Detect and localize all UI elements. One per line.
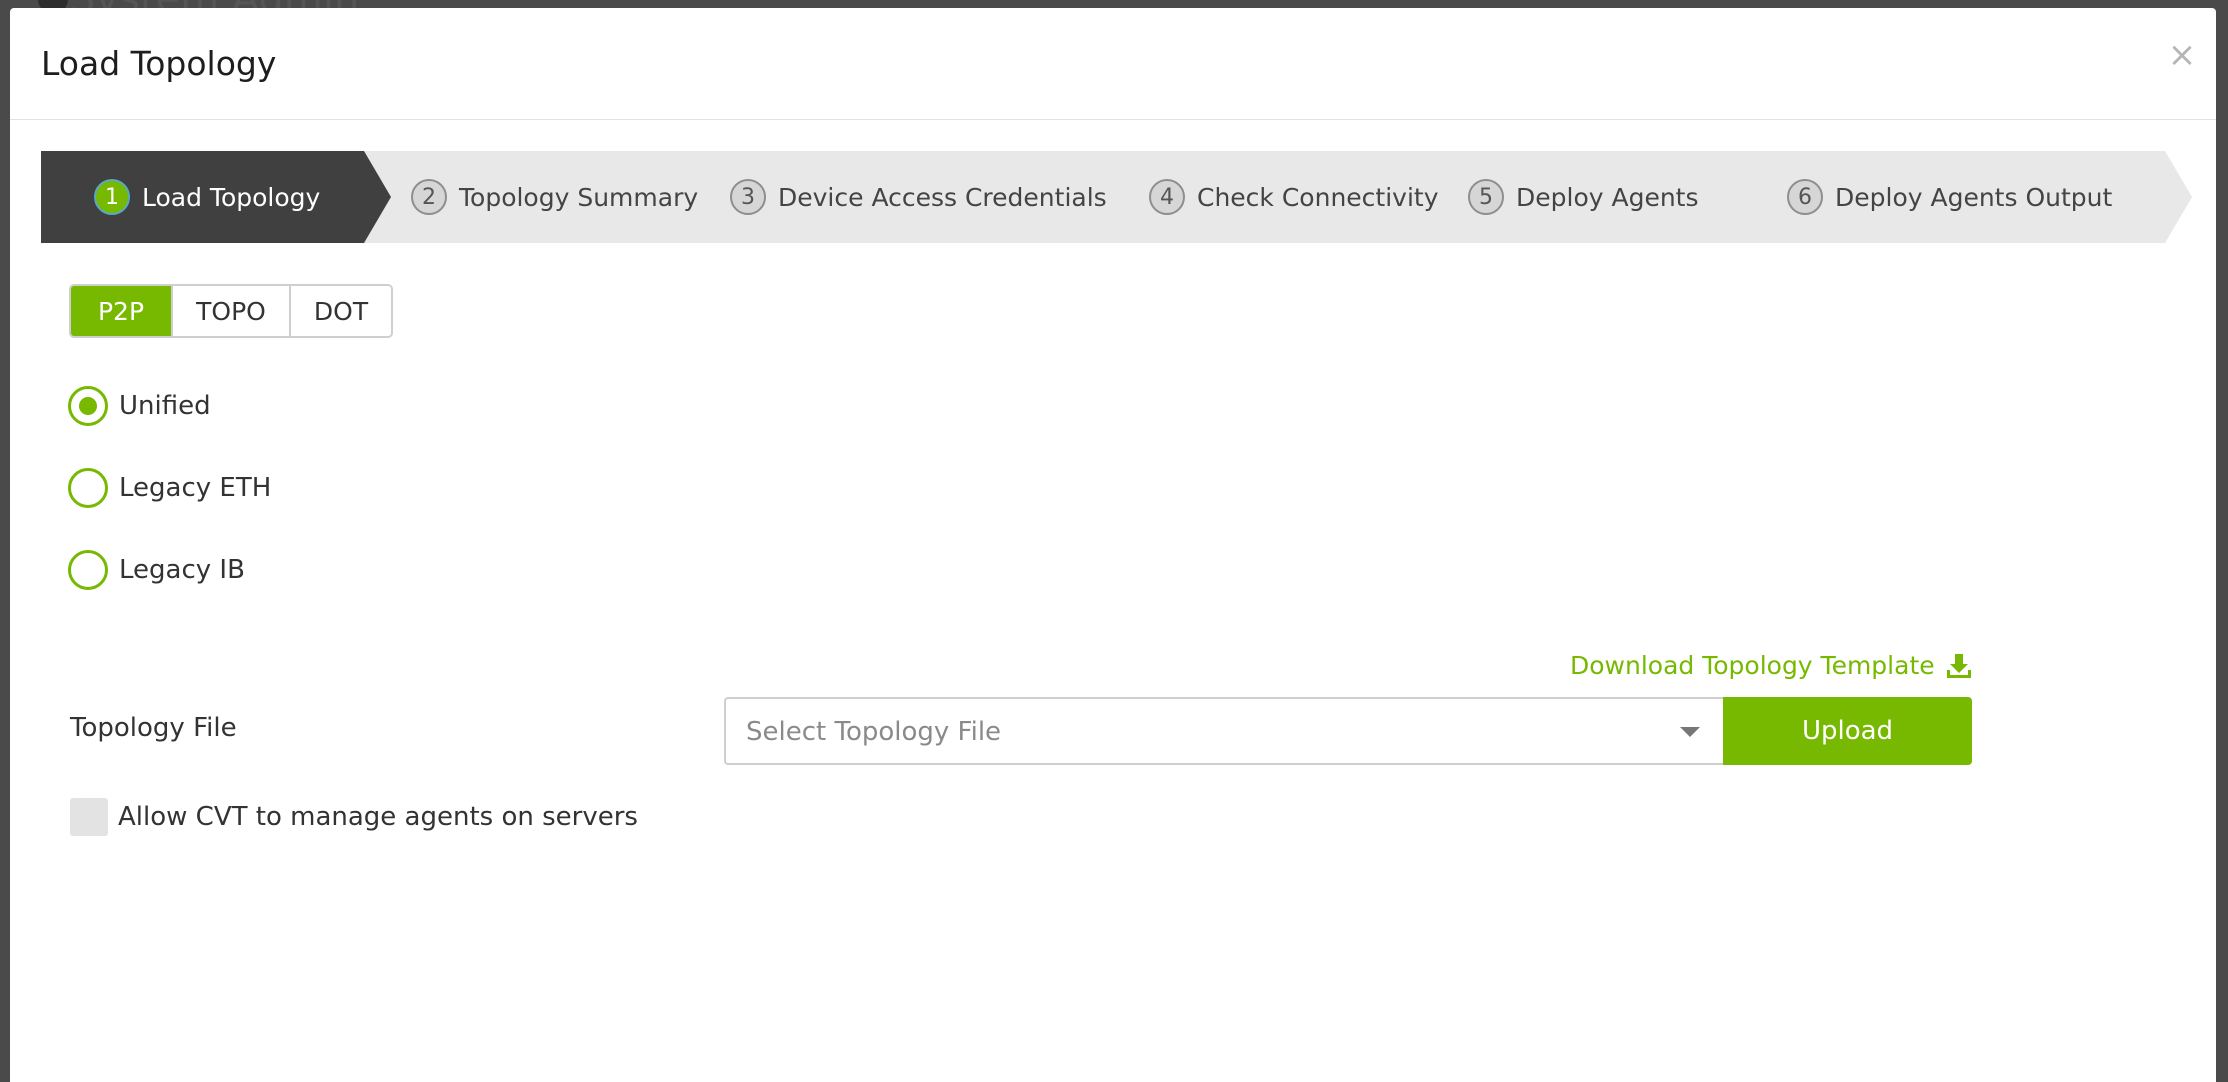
step-label: Deploy Agents (1516, 182, 1699, 212)
radio-label: Legacy ETH (119, 473, 272, 503)
allow-cvt-agents-option[interactable]: Allow CVT to manage agents on servers (70, 798, 638, 836)
step-label: Topology Summary (459, 182, 699, 212)
step-check-connectivity[interactable]: 4 Check Connectivity (1149, 151, 1439, 243)
step-number-1: 1 (94, 179, 130, 215)
step-label: Deploy Agents Output (1835, 182, 2113, 212)
radio-unified[interactable]: Unified (68, 386, 211, 426)
step-label: Load Topology (142, 182, 321, 212)
chevron-down-icon (1680, 727, 1700, 737)
step-deploy-agents[interactable]: 5 Deploy Agents (1468, 151, 1699, 243)
radio-dot (79, 397, 97, 415)
radio-label: Unified (119, 391, 211, 421)
step-number-4: 4 (1149, 179, 1185, 215)
step-device-access-credentials[interactable]: 3 Device Access Credentials (730, 151, 1107, 243)
download-link-label: Download Topology Template (1570, 651, 1935, 680)
step-topology-summary[interactable]: 2 Topology Summary (411, 151, 698, 243)
radio-button[interactable] (68, 550, 108, 590)
step-number-2: 2 (411, 179, 447, 215)
modal-title: Load Topology (41, 44, 277, 83)
step-number-6: 6 (1787, 179, 1823, 215)
wizard-stepper: 1 Load Topology 2 Topology Summary 3 Dev… (41, 151, 2192, 243)
step-number-5: 5 (1468, 179, 1504, 215)
tab-dot[interactable]: DOT (289, 286, 391, 336)
close-button[interactable]: × (2165, 38, 2199, 72)
download-topology-template-link[interactable]: Download Topology Template (1570, 651, 1973, 680)
step-label: Device Access Credentials (778, 182, 1107, 212)
tab-topo[interactable]: TOPO (171, 286, 289, 336)
radio-legacy-ib[interactable]: Legacy IB (68, 550, 245, 590)
step-label: Check Connectivity (1197, 182, 1439, 212)
checkbox-label: Allow CVT to manage agents on servers (118, 802, 638, 832)
radio-label: Legacy IB (119, 555, 245, 585)
topology-file-label: Topology File (70, 713, 237, 743)
radio-button[interactable] (68, 468, 108, 508)
step-number-3: 3 (730, 179, 766, 215)
radio-legacy-eth[interactable]: Legacy ETH (68, 468, 271, 508)
step-load-topology[interactable]: 1 Load Topology (94, 151, 320, 243)
radio-button-selected[interactable] (68, 386, 108, 426)
format-tab-group: P2P TOPO DOT (69, 284, 393, 338)
upload-button[interactable]: Upload (1723, 697, 1972, 765)
topology-file-select[interactable]: Select Topology File (724, 697, 1726, 765)
select-placeholder: Select Topology File (746, 717, 1002, 747)
modal-header: Load Topology × (10, 8, 2216, 120)
allow-cvt-agents-checkbox[interactable] (70, 798, 108, 836)
tab-p2p[interactable]: P2P (71, 286, 171, 336)
step-deploy-agents-output[interactable]: 6 Deploy Agents Output (1787, 151, 2112, 243)
download-icon (1946, 653, 1971, 678)
load-topology-modal: Load Topology × 1 Load Topology 2 Topolo… (10, 8, 2216, 1082)
